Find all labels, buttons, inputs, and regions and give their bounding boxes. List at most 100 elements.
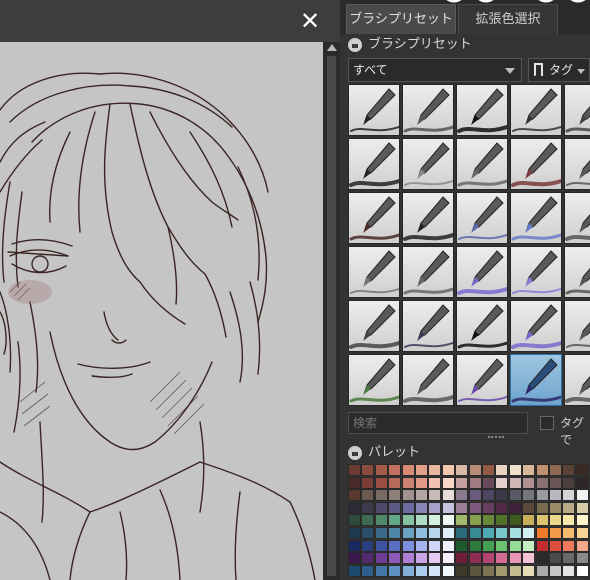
palette-swatch[interactable] [374, 552, 388, 565]
brush-tile-g-pen-brush[interactable] [456, 84, 508, 136]
palette-swatch[interactable] [428, 464, 442, 476]
palette-swatch[interactable] [495, 514, 509, 527]
palette-swatch[interactable] [388, 539, 402, 552]
palette-swatch[interactable] [562, 464, 576, 476]
brush-tile-watercolor-brush[interactable] [348, 192, 400, 244]
palette-swatch[interactable] [522, 464, 536, 476]
palette-swatch[interactable] [522, 476, 536, 489]
palette-swatch[interactable] [495, 476, 509, 489]
palette-swatch[interactable] [428, 564, 442, 577]
palette-swatch[interactable] [535, 552, 549, 565]
palette-swatch[interactable] [388, 527, 402, 539]
palette-swatch[interactable] [401, 527, 415, 539]
tab-brush-preset[interactable]: ブラシプリセット [346, 4, 456, 34]
palette-swatch[interactable] [535, 476, 549, 489]
palette-swatch[interactable] [348, 464, 361, 476]
brush-tile-brush-pen-brush[interactable] [510, 138, 562, 190]
palette-swatch[interactable] [549, 552, 562, 565]
brush-tile-cut-off-brush-4[interactable] [564, 246, 590, 298]
palette-swatch[interactable] [562, 552, 576, 565]
palette-swatch[interactable] [348, 476, 361, 489]
palette-swatch[interactable] [441, 514, 455, 527]
palette-swatch[interactable] [482, 564, 495, 577]
palette-swatch[interactable] [508, 501, 522, 514]
palette-swatch[interactable] [508, 464, 522, 476]
palette-swatch[interactable] [575, 464, 589, 476]
palette-swatch[interactable] [495, 552, 509, 565]
palette-swatch[interactable] [495, 489, 509, 502]
palette-swatch[interactable] [535, 539, 549, 552]
brush-tile-soft-pencil-brush[interactable] [348, 246, 400, 298]
palette-swatch[interactable] [388, 501, 402, 514]
palette-swatch[interactable] [522, 539, 536, 552]
brush-tile-blue-pencil-brush-2[interactable] [510, 192, 562, 244]
palette-swatch[interactable] [455, 501, 469, 514]
palette-swatch[interactable] [482, 552, 495, 565]
palette-swatch[interactable] [388, 464, 402, 476]
palette-swatch[interactable] [415, 552, 428, 565]
palette-swatch[interactable] [348, 539, 361, 552]
palette-swatch[interactable] [348, 489, 361, 502]
palette-swatch[interactable] [468, 539, 482, 552]
palette-swatch[interactable] [468, 489, 482, 502]
brush-tile-purple-pencil-brush[interactable] [456, 246, 508, 298]
palette-swatch[interactable] [522, 552, 536, 565]
brush-tile-pencil-light-brush[interactable] [402, 138, 454, 190]
brush-tile-texture-marker-brush[interactable] [456, 300, 508, 352]
brush-tile-soft-pencil-brush-2[interactable] [402, 246, 454, 298]
palette-swatch[interactable] [468, 564, 482, 577]
palette-swatch[interactable] [562, 527, 576, 539]
palette-swatch[interactable] [495, 539, 509, 552]
palette-swatch[interactable] [535, 489, 549, 502]
palette-swatch[interactable] [441, 564, 455, 577]
palette-swatch[interactable] [374, 564, 388, 577]
brush-tile-mechanical-pen-brush[interactable] [348, 84, 400, 136]
tag-button[interactable]: タグ [528, 58, 590, 82]
brush-tile-marker-pen-brush[interactable] [348, 138, 400, 190]
palette-swatch[interactable] [575, 539, 589, 552]
brush-tile-cut-off-brush[interactable] [564, 84, 590, 136]
brush-tile-rough-pen-brush[interactable] [402, 84, 454, 136]
palette-swatch[interactable] [415, 527, 428, 539]
palette-swatch[interactable] [455, 514, 469, 527]
palette-swatch[interactable] [575, 552, 589, 565]
palette-swatch[interactable] [374, 514, 388, 527]
palette-swatch[interactable] [415, 489, 428, 502]
palette-swatch[interactable] [468, 552, 482, 565]
palette-swatch[interactable] [415, 539, 428, 552]
search-input[interactable] [348, 412, 528, 434]
palette-swatch[interactable] [562, 489, 576, 502]
palette-swatch[interactable] [388, 552, 402, 565]
palette-swatch[interactable] [522, 514, 536, 527]
palette-swatch[interactable] [415, 464, 428, 476]
palette-swatch[interactable] [535, 501, 549, 514]
brush-tile-cut-off-brush-5[interactable] [564, 300, 590, 352]
palette-swatch[interactable] [455, 476, 469, 489]
palette-swatch[interactable] [361, 501, 375, 514]
palette-swatch[interactable] [455, 527, 469, 539]
palette-swatch[interactable] [428, 476, 442, 489]
drawing-canvas[interactable] [0, 42, 323, 580]
palette-swatch[interactable] [522, 489, 536, 502]
palette-swatch[interactable] [401, 464, 415, 476]
palette-swatch[interactable] [562, 564, 576, 577]
palette-swatch[interactable] [361, 514, 375, 527]
palette-swatch[interactable] [468, 527, 482, 539]
brush-tile-text-gray-brush[interactable] [402, 354, 454, 406]
brush-tile-selected-pen-brush[interactable] [510, 354, 562, 406]
palette-swatch[interactable] [361, 539, 375, 552]
brush-tile-cut-off-brush-2[interactable] [564, 138, 590, 190]
palette-swatch[interactable] [401, 501, 415, 514]
palette-swatch[interactable] [468, 514, 482, 527]
palette-swatch[interactable] [348, 501, 361, 514]
tag-filter-checkbox[interactable] [540, 416, 554, 430]
palette-swatch[interactable] [401, 514, 415, 527]
palette-swatch[interactable] [562, 539, 576, 552]
palette-swatch[interactable] [401, 552, 415, 565]
palette-swatch[interactable] [455, 564, 469, 577]
lock-icon[interactable] [348, 38, 362, 52]
palette-swatch[interactable] [508, 539, 522, 552]
palette-swatch[interactable] [508, 552, 522, 565]
palette-swatch[interactable] [482, 539, 495, 552]
palette-swatch[interactable] [575, 514, 589, 527]
